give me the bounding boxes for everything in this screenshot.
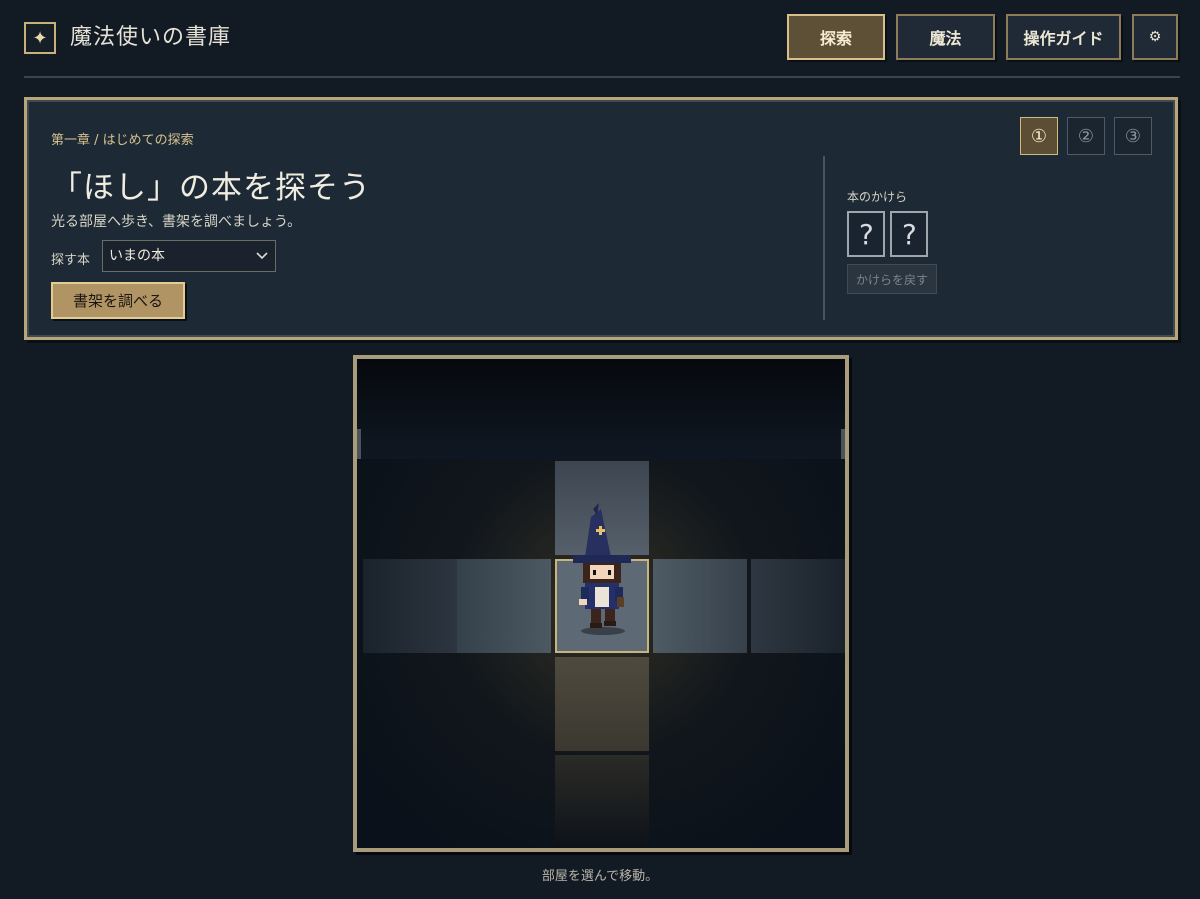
chevron-down-icon xyxy=(255,241,269,282)
map-wall xyxy=(357,359,845,459)
room-south[interactable] xyxy=(555,657,649,751)
room-far-east[interactable] xyxy=(751,559,845,653)
book-select-label: 探す本 xyxy=(51,253,91,268)
room-current[interactable] xyxy=(555,503,649,653)
panel-divider xyxy=(823,156,825,320)
fragments-label: 本のかけら xyxy=(847,190,908,204)
fragment-slot[interactable]: ? xyxy=(890,211,928,257)
step-2-button[interactable]: ② xyxy=(1067,117,1105,155)
gear-icon: ⚙ xyxy=(1148,29,1162,45)
book-select[interactable]: いまの本 xyxy=(102,240,276,272)
room-far-south[interactable] xyxy=(555,755,649,848)
quest-title: 「ほし」の本を探そう xyxy=(51,170,371,206)
breadcrumb: 第一章 / はじめての探索 xyxy=(51,133,194,148)
app-title: 魔法使いの書庫 xyxy=(70,25,232,50)
search-shelf-button[interactable]: 書架を調べる xyxy=(51,282,185,319)
step-3-button[interactable]: ③ xyxy=(1114,117,1152,155)
wizard-player-sprite xyxy=(573,503,631,635)
app-logo-icon: ✦ xyxy=(24,22,56,54)
room-west[interactable] xyxy=(457,559,551,653)
tab-controls-guide[interactable]: 操作ガイド xyxy=(1006,14,1121,60)
settings-button[interactable]: ⚙ xyxy=(1132,14,1178,60)
quest-description: 光る部屋へ歩き、書架を調べましょう。 xyxy=(51,214,302,230)
book-select-value: いまの本 xyxy=(109,248,165,264)
sparkle-icon: ✦ xyxy=(32,27,48,49)
step-1-button[interactable]: ① xyxy=(1020,117,1058,155)
map-hint: 部屋を選んで移動。 xyxy=(541,869,659,884)
return-fragments-button[interactable]: かけらを戻す xyxy=(847,264,937,294)
fragment-slot[interactable]: ? xyxy=(847,211,885,257)
room-far-west[interactable] xyxy=(363,559,457,653)
tab-magic[interactable]: 魔法 xyxy=(896,14,995,60)
header-divider xyxy=(24,76,1180,78)
wall-edge xyxy=(841,429,845,459)
tab-explore[interactable]: 探索 xyxy=(787,14,885,60)
quest-panel: 第一章 / はじめての探索 「ほし」の本を探そう 光る部屋へ歩き、書架を調べまし… xyxy=(24,97,1178,340)
room-east[interactable] xyxy=(653,559,747,653)
map-floor xyxy=(357,359,845,848)
dungeon-map xyxy=(353,355,849,852)
wall-edge xyxy=(357,429,361,459)
